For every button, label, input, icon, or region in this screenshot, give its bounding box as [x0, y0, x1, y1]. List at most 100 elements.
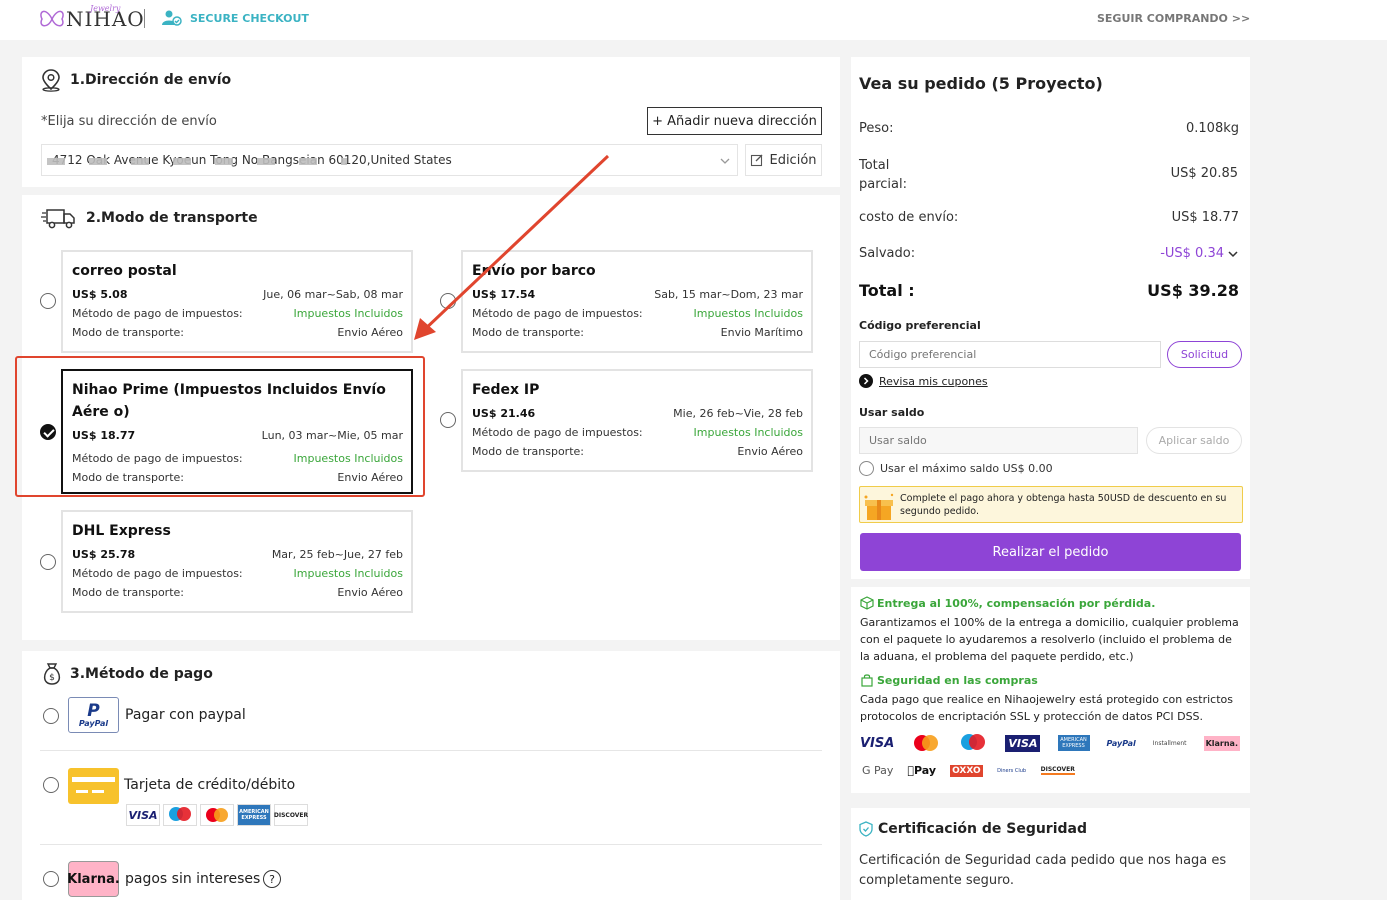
shipping-option-price: US$ 18.77 [72, 429, 136, 442]
tax-value: Impuestos Incluidos [293, 452, 403, 465]
subtotal-label: Total parcial: [859, 156, 907, 194]
mode-value: Envio Aéreo [337, 471, 403, 484]
weight-label: Peso: [859, 121, 894, 136]
address-select[interactable]: 4712 Oak Avenue Kyoeun Tong No Bangseian… [41, 144, 738, 176]
tax-label: Método de pago de impuestos: [472, 426, 643, 439]
coupon-input[interactable] [859, 341, 1161, 368]
shipping-option-correo-postal[interactable]: correo postal US$ 5.08 Jue, 06 mar~Sab, 0… [61, 250, 413, 353]
promo-text: Complete el pago ahora y obtenga hasta 5… [900, 493, 1227, 517]
klarna-label[interactable]: pagos sin intereses [125, 871, 260, 887]
subtotal-value: US$ 20.85 [1170, 166, 1238, 181]
discover-logo: DISCOVER [274, 804, 308, 826]
max-balance-option[interactable]: Usar el máximo saldo US$ 0.00 [859, 461, 1053, 476]
place-order-button[interactable]: Realizar el pedido [860, 533, 1241, 571]
diners-club-logo: Diners Club [990, 767, 1026, 774]
payment-section [22, 651, 840, 900]
shipping-option-price: US$ 25.78 [72, 548, 136, 561]
mode-label: Modo de transporte: [72, 471, 184, 484]
delivery-guarantee-title: Entrega al 100%, compensación por pérdid… [860, 596, 1155, 610]
tax-label: Método de pago de impuestos: [72, 307, 243, 320]
shield-icon [859, 821, 873, 837]
coupon-link[interactable]: Revisa mis cupones [859, 374, 988, 388]
promo-banner: Complete el pago ahora y obtenga hasta 5… [859, 486, 1243, 523]
payment-radio-klarna[interactable] [43, 871, 59, 887]
gift-icon [864, 493, 894, 520]
balance-input[interactable] [859, 427, 1138, 454]
shipping-radio-nihao-prime[interactable] [40, 424, 56, 440]
apple-pay-text: Pay [907, 764, 936, 777]
shipping-radio-dhl[interactable] [40, 554, 56, 570]
saved-label: Salvado: [859, 246, 916, 261]
subtotal-label-line1: Total [859, 158, 890, 173]
shipping-option-name: Fedex IP [472, 382, 540, 398]
money-bag-icon: $ [43, 663, 61, 685]
card-logos: VISA AMERICAN EXPRESS DISCOVER [126, 804, 308, 826]
divider [40, 844, 822, 845]
paypal-p-icon: P [87, 700, 100, 721]
saved-row: Salvado: -US$ 0.34 [859, 246, 1239, 261]
truck-icon [41, 209, 75, 229]
weight-value: 0.108kg [1186, 121, 1239, 136]
annotation-arrow [414, 154, 610, 340]
tax-label: Método de pago de impuestos: [72, 567, 243, 580]
paypal-logo: P PayPal [68, 697, 119, 733]
shopping-bag-icon [861, 674, 873, 687]
shipping-option-price: US$ 21.46 [472, 407, 536, 420]
summary-title: Vea su pedido (5 Proyecto) [859, 74, 1103, 93]
certification-title: Certificación de Seguridad [859, 821, 1087, 837]
paypal-logo-text: PayPal [78, 718, 109, 728]
maestro-logo [961, 734, 986, 750]
tax-value: Impuestos Incluidos [293, 307, 403, 320]
box-icon [860, 596, 874, 610]
installment-logo: Installment [1152, 739, 1187, 747]
edit-icon [751, 154, 763, 167]
coupon-apply-button[interactable]: Solicitud [1167, 341, 1242, 368]
address-redaction [47, 158, 347, 165]
saved-toggle[interactable]: -US$ 0.34 [1160, 246, 1239, 261]
shipping-cost-label: costo de envío: [859, 210, 959, 225]
tax-value: Impuestos Incluidos [693, 307, 803, 320]
shipping-option-name: Nihao Prime (Impuestos Incluidos Envío A… [72, 382, 386, 420]
site-logo[interactable]: NIHAO Jewelry [38, 4, 145, 32]
shipping-cost-row: costo de envío: US$ 18.77 [859, 210, 1239, 225]
tax-value: Impuestos Incluidos [293, 567, 403, 580]
chevron-right-circle-icon [859, 374, 873, 388]
keep-shopping-link[interactable]: SEGUIR COMPRANDO >> [1097, 12, 1250, 25]
payment-radio-card[interactable] [43, 777, 59, 793]
apply-balance-button[interactable]: Aplicar saldo [1146, 427, 1242, 454]
shipping-radio-fedex[interactable] [440, 412, 456, 428]
butterfly-icon [40, 10, 64, 27]
saved-value: -US$ 0.34 [1160, 246, 1224, 261]
visa-logo: VISA [126, 804, 160, 826]
edit-address-label: Edición [769, 152, 817, 168]
delivery-title-text: Entrega al 100%, compensación por pérdid… [877, 596, 1156, 610]
amex-logo: AMERICAN EXPRESS [237, 804, 271, 826]
shipping-radio-correo-postal[interactable] [40, 293, 56, 309]
paypal-label[interactable]: Pagar con paypal [125, 707, 246, 723]
help-icon[interactable]: ? [263, 870, 281, 888]
shipping-option-dates: Jue, 06 mar~Sab, 08 mar [263, 288, 403, 301]
certification-text: Certificación de Seguridad cada pedido q… [859, 853, 1227, 888]
mode-label: Modo de transporte: [72, 586, 184, 599]
chevron-down-icon [1228, 250, 1238, 257]
shipping-cost-value: US$ 18.77 [1171, 210, 1239, 225]
secure-checkout: SECURE CHECKOUT [162, 10, 309, 26]
add-address-button[interactable]: + Añadir nueva dirección [647, 107, 822, 135]
shipping-option-fedex[interactable]: Fedex IP US$ 21.46 Mie, 26 feb~Vie, 28 fe… [461, 369, 813, 472]
secure-checkout-label: SECURE CHECKOUT [190, 11, 309, 25]
payment-title: 3.Método de pago [70, 666, 213, 682]
oxxo-logo: OXXO [950, 764, 983, 777]
edit-address-button[interactable]: Edición [745, 144, 822, 176]
card-label[interactable]: Tarjeta de crédito/débito [124, 777, 295, 793]
mode-label: Modo de transporte: [72, 326, 184, 339]
coupon-title: Código preferencial [859, 319, 981, 332]
location-pin-icon [42, 69, 60, 92]
shipping-option-dhl[interactable]: DHL Express US$ 25.78 Mar, 25 feb~Jue, 27… [61, 510, 413, 613]
certification-title-text: Certificación de Seguridad [878, 821, 1087, 837]
discover-logo: DISCOVER [1040, 766, 1075, 775]
apple-pay-logo: Pay [907, 764, 936, 777]
shipping-option-dates: Sab, 15 mar~Dom, 23 mar [654, 288, 803, 301]
max-balance-radio[interactable] [859, 461, 874, 476]
payment-radio-paypal[interactable] [43, 708, 59, 724]
shipping-option-nihao-prime[interactable]: Nihao Prime (Impuestos Incluidos Envío A… [61, 369, 413, 494]
